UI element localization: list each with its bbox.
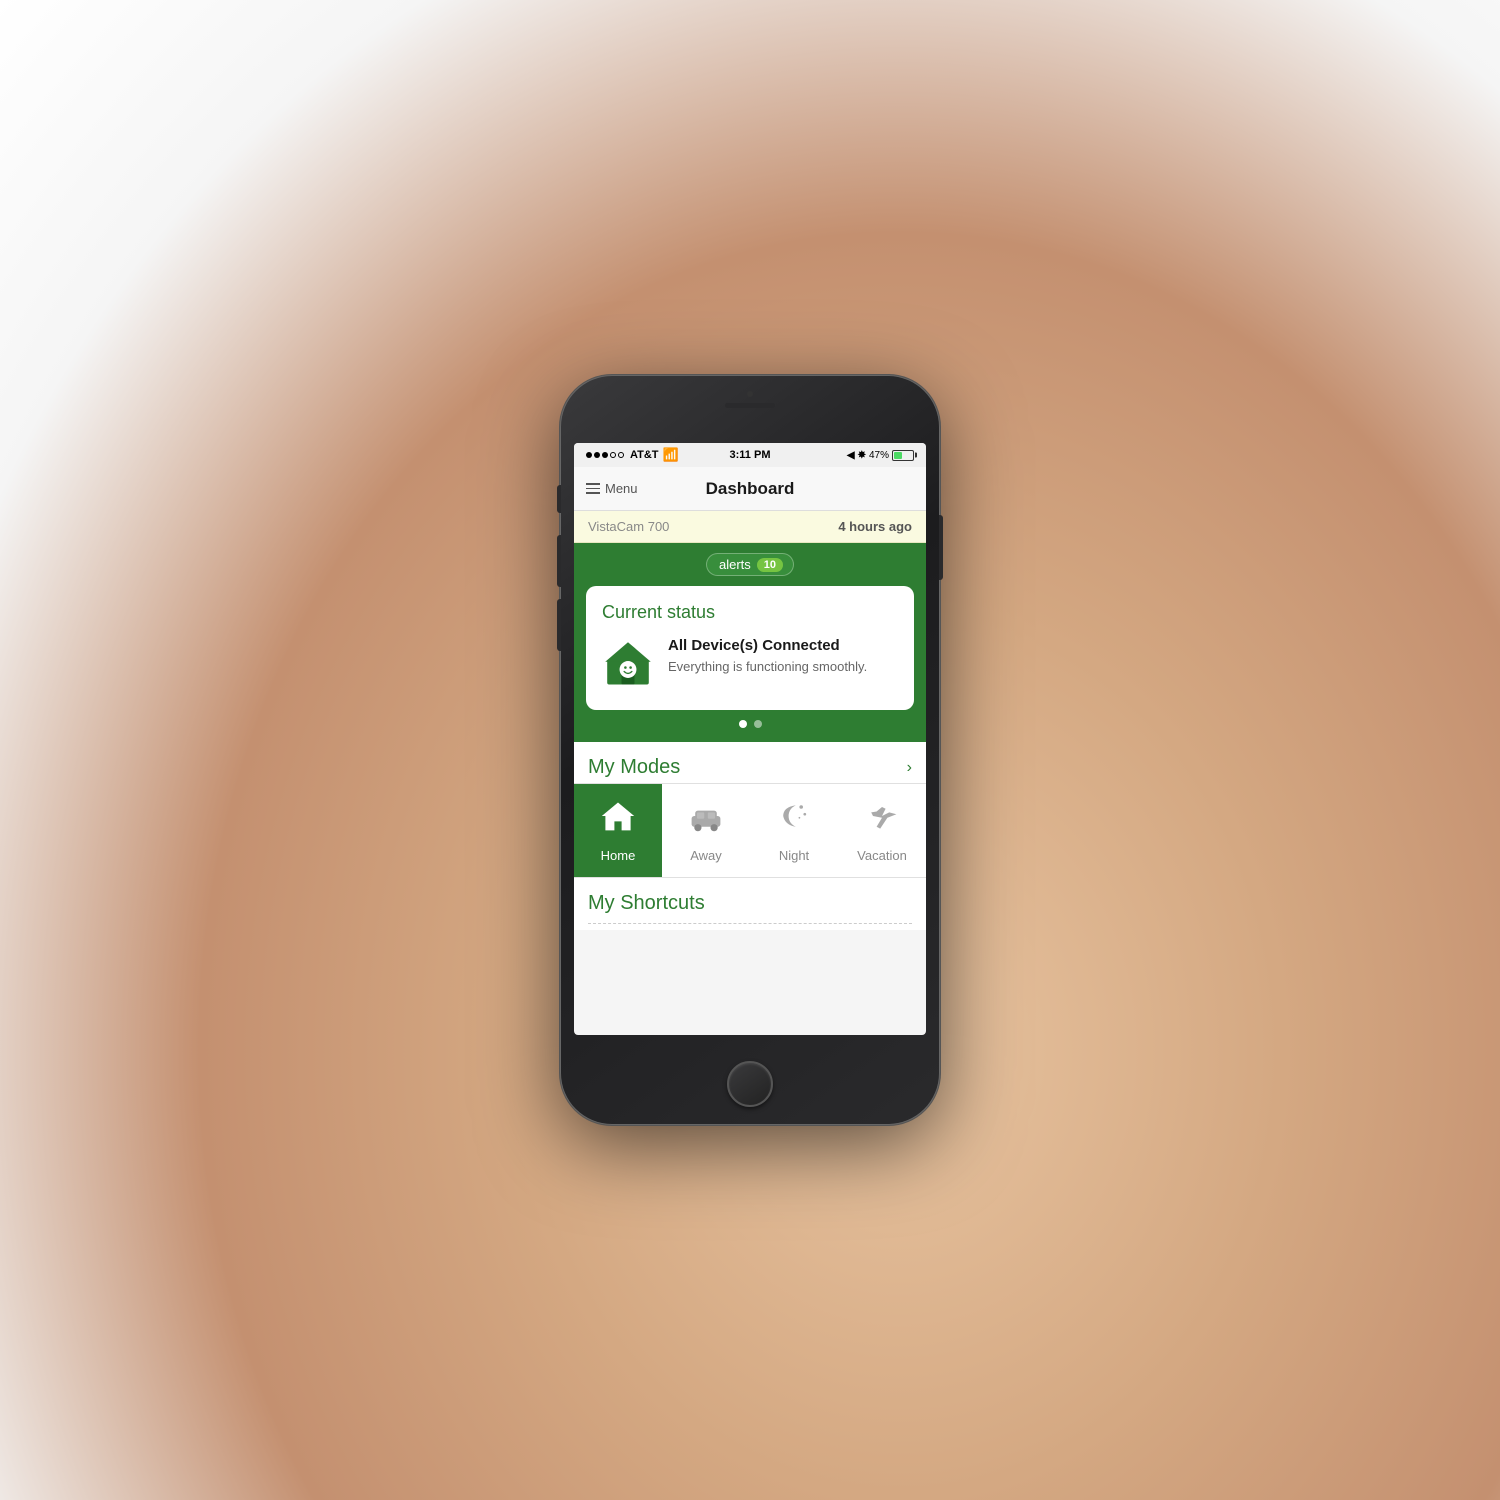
home-mode-icon bbox=[600, 798, 636, 842]
away-mode-icon bbox=[688, 798, 724, 842]
house-icon-wrap bbox=[602, 637, 654, 694]
battery-percent: 47% bbox=[869, 450, 889, 461]
shortcuts-title: My Shortcuts bbox=[588, 892, 912, 915]
hamburger-icon bbox=[586, 483, 600, 494]
silent-switch bbox=[557, 485, 561, 513]
mode-home[interactable]: Home bbox=[574, 783, 662, 877]
menu-label: Menu bbox=[605, 481, 638, 496]
night-mode-icon bbox=[776, 798, 812, 842]
shortcuts-section: My Shortcuts bbox=[574, 877, 926, 930]
bluetooth-icon: ✸ bbox=[858, 450, 866, 461]
status-right: ◀ ✸ 47% bbox=[847, 450, 914, 461]
shortcuts-divider bbox=[588, 923, 912, 924]
card-heading: All Device(s) Connected bbox=[668, 637, 867, 654]
modes-header: My Modes › bbox=[574, 742, 926, 783]
modes-section: My Modes › Home bbox=[574, 742, 926, 877]
power-button bbox=[939, 515, 943, 580]
vacation-mode-label: Vacation bbox=[857, 848, 907, 863]
alert-banner[interactable]: VistaCam 700 4 hours ago bbox=[574, 511, 926, 543]
wifi-icon: 📶 bbox=[663, 447, 679, 463]
alert-device-name: VistaCam 700 bbox=[588, 519, 669, 534]
hamburger-line-1 bbox=[586, 483, 600, 485]
house-status-icon bbox=[602, 637, 654, 689]
card-body: All Device(s) Connected Everything is fu… bbox=[602, 637, 898, 694]
alerts-count: 10 bbox=[757, 558, 783, 572]
home-mode-label: Home bbox=[601, 848, 636, 863]
dot-2[interactable] bbox=[754, 720, 762, 728]
vacation-mode-icon bbox=[864, 798, 900, 842]
mode-vacation[interactable]: Vacation bbox=[838, 783, 926, 877]
hamburger-line-2 bbox=[586, 488, 600, 490]
alerts-label: alerts bbox=[719, 557, 751, 572]
battery-icon bbox=[892, 450, 914, 461]
volume-up-button bbox=[557, 535, 561, 587]
phone-device: AT&T 📶 3:11 PM ◀ ✸ 47% bbox=[560, 375, 940, 1125]
modes-chevron-icon[interactable]: › bbox=[907, 759, 912, 777]
status-time: 3:11 PM bbox=[730, 449, 771, 461]
away-mode-label: Away bbox=[690, 848, 722, 863]
mode-away[interactable]: Away bbox=[662, 783, 750, 877]
signal-dot-2 bbox=[594, 452, 600, 458]
page-title: Dashboard bbox=[706, 479, 795, 499]
status-card: Current status bbox=[586, 586, 914, 710]
card-text-wrap: All Device(s) Connected Everything is fu… bbox=[668, 637, 867, 676]
phone-top-area bbox=[725, 391, 775, 408]
carousel-dots bbox=[586, 720, 914, 732]
front-camera bbox=[747, 391, 753, 397]
location-icon: ◀ bbox=[847, 450, 855, 461]
card-subtext: Everything is functioning smoothly. bbox=[668, 658, 867, 676]
signal-dot-3 bbox=[602, 452, 608, 458]
home-button[interactable] bbox=[727, 1061, 773, 1107]
menu-button[interactable]: Menu bbox=[586, 481, 638, 496]
phone-screen: AT&T 📶 3:11 PM ◀ ✸ 47% bbox=[574, 443, 926, 1035]
signal-dot-5 bbox=[618, 452, 624, 458]
status-left: AT&T 📶 bbox=[586, 447, 679, 463]
green-section: alerts 10 Current status bbox=[574, 543, 926, 742]
dot-1[interactable] bbox=[739, 720, 747, 728]
volume-down-button bbox=[557, 599, 561, 651]
speaker-grille bbox=[725, 403, 775, 408]
current-status-title: Current status bbox=[602, 602, 898, 623]
nav-bar: Menu Dashboard bbox=[574, 467, 926, 511]
carrier-name: AT&T bbox=[630, 449, 659, 461]
signal-dot-1 bbox=[586, 452, 592, 458]
alerts-pill[interactable]: alerts 10 bbox=[706, 553, 794, 576]
modes-grid: Home bbox=[574, 783, 926, 877]
mode-night[interactable]: Night bbox=[750, 783, 838, 877]
night-mode-label: Night bbox=[779, 848, 809, 863]
hamburger-line-3 bbox=[586, 492, 600, 494]
modes-title: My Modes bbox=[588, 756, 680, 779]
scene: AT&T 📶 3:11 PM ◀ ✸ 47% bbox=[0, 0, 1500, 1500]
signal-dot-4 bbox=[610, 452, 616, 458]
status-bar: AT&T 📶 3:11 PM ◀ ✸ 47% bbox=[574, 443, 926, 467]
alert-time: 4 hours ago bbox=[838, 519, 912, 534]
battery-fill bbox=[894, 452, 902, 459]
